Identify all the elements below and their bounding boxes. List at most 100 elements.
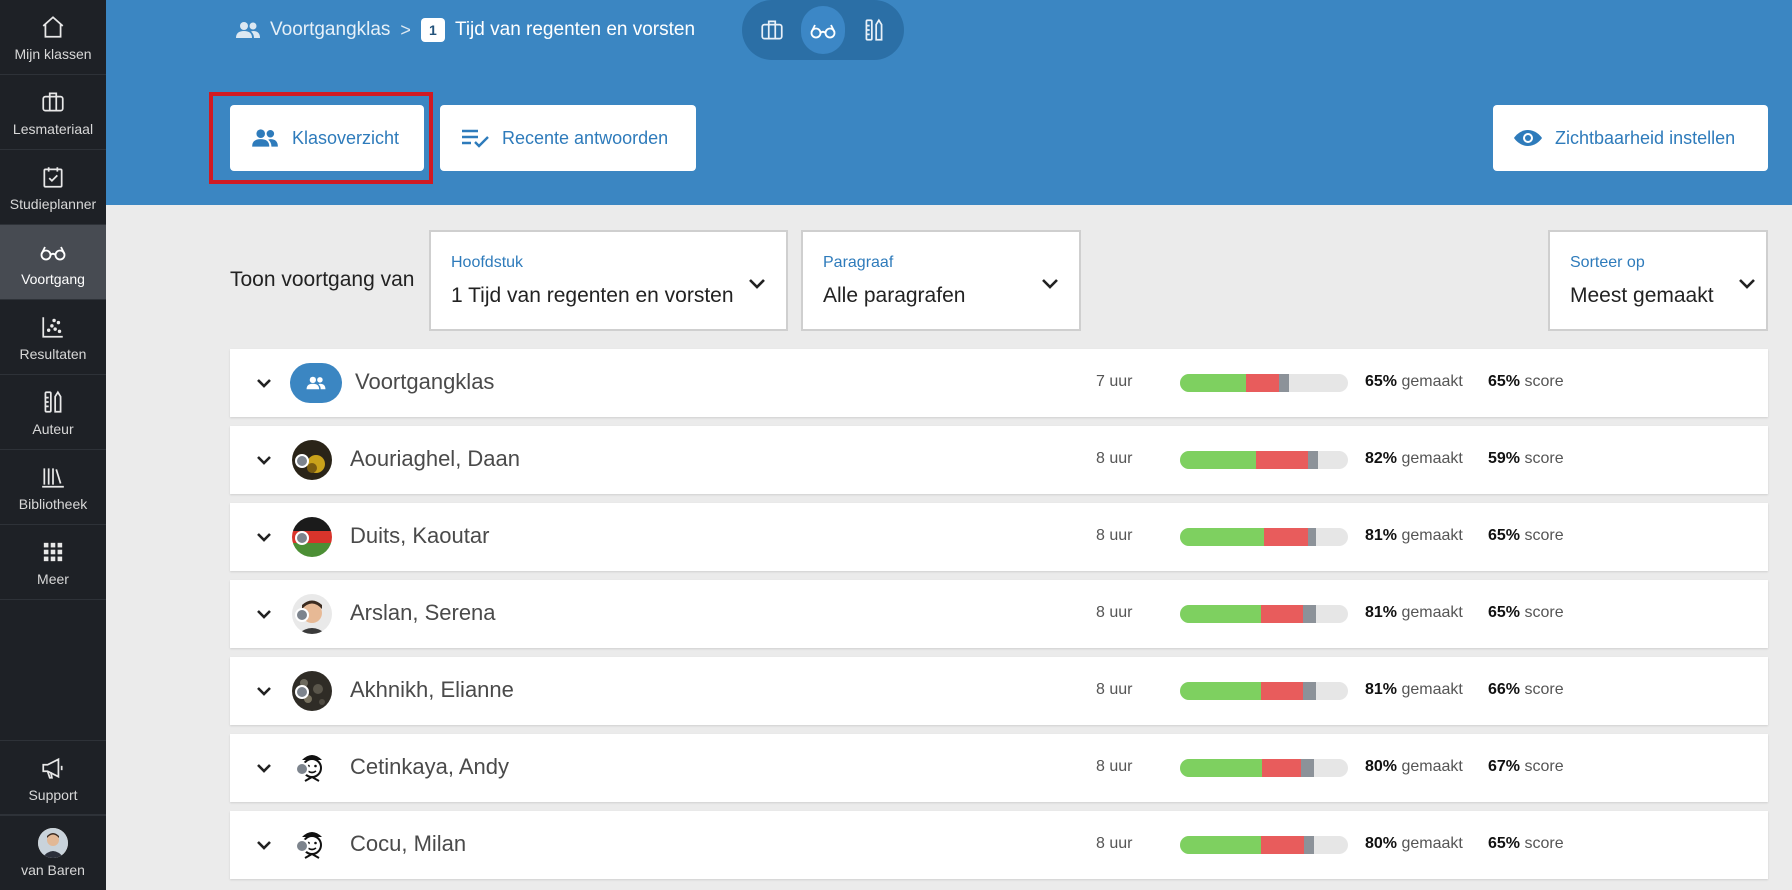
chevron-down-icon[interactable] (252, 602, 276, 626)
made-percentage: 80% gemaakt (1365, 835, 1463, 852)
breadcrumb-class-link[interactable]: Voortgangklas (234, 19, 390, 41)
briefcase-icon (761, 20, 783, 40)
row-name: Voortgangklas (355, 369, 495, 394)
author-tools-icon (865, 18, 883, 41)
sidebar-item-support[interactable]: Support (0, 740, 106, 815)
chevron-down-icon[interactable] (252, 679, 276, 703)
made-percentage: 81% gemaakt (1365, 527, 1463, 544)
chevron-down-icon[interactable] (252, 756, 276, 780)
status-dot (295, 839, 309, 853)
progress-bar (1180, 836, 1348, 854)
chevron-right-icon: > (400, 19, 411, 40)
row-name: Duits, Kaoutar (350, 523, 490, 548)
sidebar-item-meer[interactable]: Meer (0, 525, 106, 600)
chevron-down-icon[interactable] (252, 833, 276, 857)
sidebar-item-label: Auteur (32, 421, 74, 437)
student-row[interactable]: Aouriaghel, Daan 8 uur 82% gemaakt 59% s… (230, 426, 1768, 494)
correct-segment (1180, 528, 1264, 546)
select-caption: Hoofdstuk (451, 254, 524, 271)
row-name: Cetinkaya, Andy (350, 754, 509, 779)
pending-segment (1307, 528, 1317, 546)
avatar (38, 828, 68, 858)
pending-segment (1302, 682, 1317, 700)
sidebar-item-lesmateriaal[interactable]: Lesmateriaal (0, 75, 106, 150)
pending-segment (1279, 374, 1290, 392)
user-menu[interactable]: van Baren (0, 815, 106, 890)
sorteer-select[interactable]: Sorteer op Meest gemaakt (1548, 230, 1768, 331)
sidebar-item-label: Studieplanner (9, 196, 97, 212)
zichtbaarheid-instellen-button[interactable]: Zichtbaarheid instellen (1493, 105, 1768, 171)
auteur-mode-button[interactable] (851, 6, 896, 54)
student-row[interactable]: Duits, Kaoutar 8 uur 81% gemaakt 65% sco… (230, 503, 1768, 571)
row-hours: 7 uur (1096, 373, 1133, 390)
correct-segment (1180, 759, 1263, 777)
row-name: Aouriaghel, Daan (350, 446, 521, 471)
progress-bar (1180, 759, 1348, 777)
breadcrumb-class-name: Voortgangklas (270, 19, 391, 40)
correct-segment (1180, 836, 1261, 854)
student-row[interactable]: Cetinkaya, Andy 8 uur 80% gemaakt 67% sc… (230, 734, 1768, 802)
glasses-icon (810, 24, 836, 39)
sidebar-item-label: Meer (37, 571, 69, 587)
correct-segment (1180, 605, 1261, 623)
user-name: van Baren (21, 862, 85, 878)
incorrect-segment (1262, 759, 1301, 777)
pending-segment (1302, 605, 1317, 623)
group-icon (236, 22, 260, 38)
student-row[interactable]: Arslan, Serena 8 uur 81% gemaakt 65% sco… (230, 580, 1768, 648)
class-row[interactable]: Voortgangklas 7 uur 65% gemaakt 65% scor… (230, 349, 1768, 417)
tab-label: Recente antwoorden (502, 127, 669, 148)
incorrect-segment (1260, 605, 1303, 623)
made-percentage: 65% gemaakt (1365, 373, 1463, 390)
row-hours: 8 uur (1096, 450, 1133, 467)
home-icon (38, 12, 68, 42)
paragraaf-select[interactable]: Paragraaf Alle paragrafen (801, 230, 1081, 331)
sidebar-item-mijn-klassen[interactable]: Mijn klassen (0, 0, 106, 75)
lesmateriaal-mode-button[interactable] (750, 6, 795, 54)
student-row[interactable]: Cocu, Milan 8 uur 80% gemaakt 65% score (230, 811, 1768, 879)
sidebar-item-studieplanner[interactable]: Studieplanner (0, 150, 106, 225)
status-dot (295, 685, 309, 699)
made-percentage: 81% gemaakt (1365, 604, 1463, 621)
score-percentage: 67% score (1488, 758, 1564, 775)
score-percentage: 66% score (1488, 681, 1564, 698)
sidebar-item-auteur[interactable]: Auteur (0, 375, 106, 450)
score-percentage: 59% score (1488, 450, 1564, 467)
status-dot (295, 531, 309, 545)
student-row[interactable]: Akhnikh, Elianne 8 uur 81% gemaakt 66% s… (230, 657, 1768, 725)
score-percentage: 65% score (1488, 604, 1564, 621)
hoofdstuk-select[interactable]: Hoofdstuk 1 Tijd van regenten en vorsten (429, 230, 788, 331)
highlight-frame (209, 92, 433, 184)
row-hours: 8 uur (1096, 758, 1133, 775)
row-name: Arslan, Serena (350, 600, 496, 625)
chevron-down-icon (1739, 279, 1755, 289)
voortgang-mode-button[interactable] (800, 6, 846, 54)
sidebar-item-label: Voortgang (21, 271, 85, 287)
sidebar-item-label: Mijn klassen (14, 46, 92, 62)
sidebar-item-bibliotheek[interactable]: Bibliotheek (0, 450, 106, 525)
pending-segment (1300, 759, 1315, 777)
status-dot (295, 608, 309, 622)
sidebar-item-resultaten[interactable]: Resultaten (0, 300, 106, 375)
chevron-down-icon[interactable] (252, 448, 276, 472)
incorrect-segment (1264, 528, 1308, 546)
incorrect-segment (1245, 374, 1280, 392)
tab-recente-antwoorden[interactable]: Recente antwoorden (440, 105, 696, 171)
chevron-down-icon[interactable] (252, 371, 276, 395)
made-percentage: 80% gemaakt (1365, 758, 1463, 775)
chevron-down-icon[interactable] (252, 525, 276, 549)
row-hours: 8 uur (1096, 604, 1133, 621)
score-percentage: 65% score (1488, 527, 1564, 544)
incorrect-segment (1255, 451, 1308, 469)
calendar-check-icon (38, 162, 68, 192)
sidebar: Mijn klassen Lesmateriaal Studieplanner … (0, 0, 106, 890)
incorrect-segment (1260, 836, 1305, 854)
sidebar-item-label: Support (28, 786, 78, 803)
correct-segment (1180, 682, 1261, 700)
progress-bar (1180, 605, 1348, 623)
checklist-icon (462, 129, 489, 148)
correct-segment (1180, 451, 1256, 469)
sidebar-item-voortgang[interactable]: Voortgang (0, 225, 106, 300)
breadcrumb-chapter-title: Tijd van regenten en vorsten (454, 19, 696, 40)
select-value: Alle paragrafen (823, 284, 966, 307)
